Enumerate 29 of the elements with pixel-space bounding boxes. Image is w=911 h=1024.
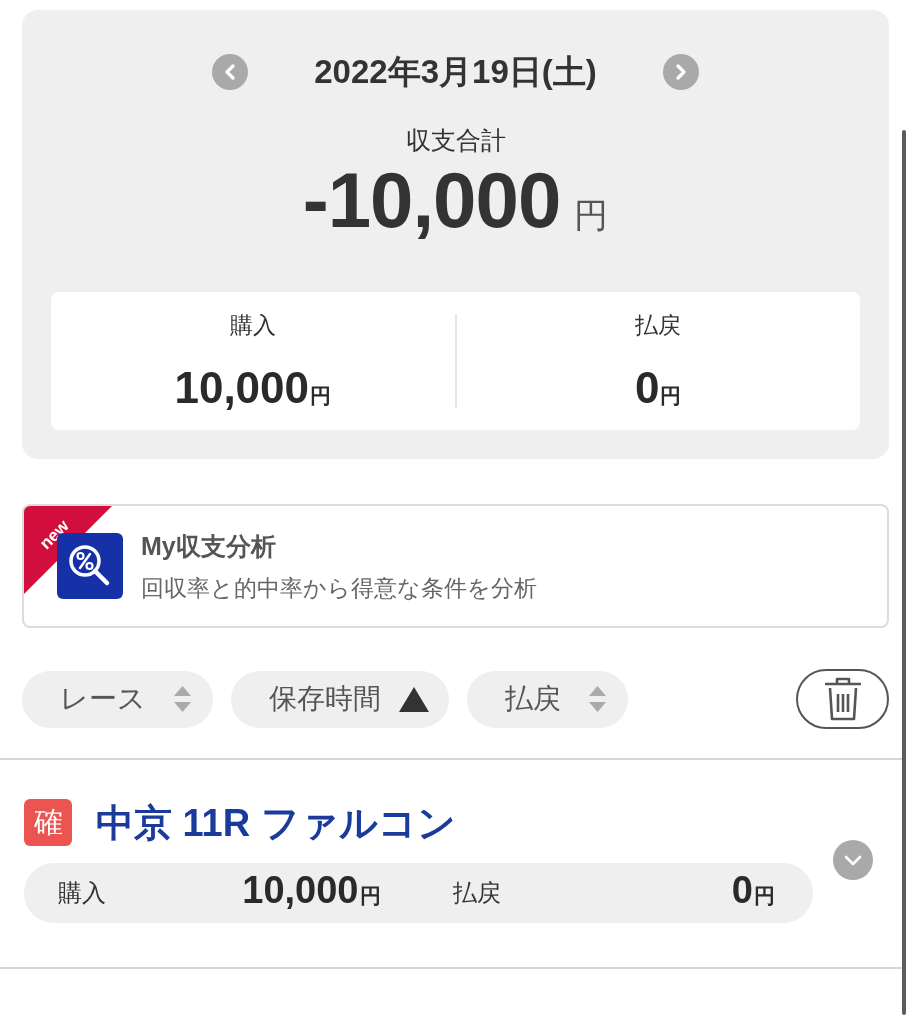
trash-icon: [824, 677, 861, 721]
sort-chip[interactable]: レース: [22, 670, 213, 728]
banner-title: My収支分析: [141, 530, 276, 561]
date-title: 2022年3月19日(土): [314, 54, 597, 90]
sort-chip[interactable]: 払戻: [467, 670, 628, 728]
sort-chip[interactable]: 保存時間: [231, 670, 449, 728]
stat-label: 払戻: [452, 878, 501, 908]
balance-amount: -10,000 円: [302, 160, 609, 246]
total-amount: 0円: [635, 363, 682, 414]
stat-amount: 10,000円: [242, 868, 381, 913]
banner-description: 回収率と的中率から得意な条件を分析: [141, 573, 537, 602]
total-amount: 10,000円: [174, 363, 332, 414]
expand-button[interactable]: [833, 840, 873, 880]
race-title-link[interactable]: 中京 11R ファルコン: [96, 799, 456, 846]
stat-label: 購入: [58, 878, 106, 908]
stat-amount: 0円: [731, 868, 775, 913]
total-label: 購入: [229, 312, 276, 338]
sort-ascending-icon: [399, 686, 429, 712]
sort-updown-icon: [589, 686, 606, 712]
next-day-button[interactable]: [662, 54, 699, 90]
chevron-right-icon: [674, 64, 687, 80]
balance-label: 収支合計: [405, 126, 506, 154]
previous-day-button[interactable]: [212, 54, 249, 90]
chevron-left-icon: [224, 64, 237, 80]
total-label: 払戻: [635, 312, 682, 338]
sort-updown-icon: [174, 686, 191, 712]
status-badge: 確: [24, 799, 72, 846]
delete-button[interactable]: [796, 669, 889, 729]
chevron-down-icon: [844, 854, 862, 866]
